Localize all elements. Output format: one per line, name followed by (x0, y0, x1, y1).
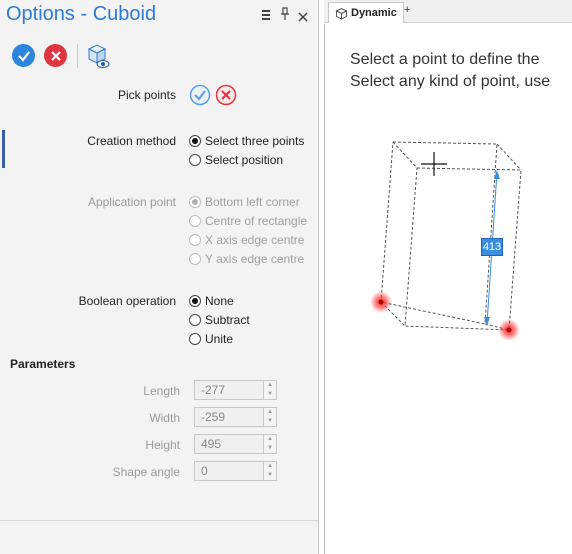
shape-angle-spinner[interactable]: ▲ ▼ (263, 461, 277, 481)
pin-icon[interactable] (280, 7, 290, 26)
pick-points-label: Pick points (117, 88, 176, 102)
panel-bottom-divider (0, 520, 318, 521)
radio-indicator (189, 196, 201, 208)
radio-indicator (189, 314, 201, 326)
shape-angle-input[interactable]: 0 (194, 461, 274, 481)
radio-indicator (189, 215, 201, 227)
cuboid-preview (370, 141, 522, 341)
radio-label: Subtract (205, 313, 250, 327)
radio-select-three-points[interactable]: Select three points (189, 132, 304, 150)
radio-indicator (189, 253, 201, 265)
tab-dynamic[interactable]: Dynamic (328, 2, 404, 23)
radio-subtract[interactable]: Subtract (189, 311, 250, 329)
width-input[interactable]: -259 (194, 407, 274, 427)
creation-method-label: Creation method (87, 134, 176, 148)
radio-label: Centre of rectangle (205, 214, 308, 228)
cancel-button[interactable] (44, 44, 67, 67)
radio-indicator (189, 135, 201, 147)
view-tab-bar: Dynamic + (324, 0, 572, 23)
dynamic-viewport[interactable]: Select a point to define the Select any … (324, 24, 572, 554)
cube-icon (335, 7, 348, 20)
panel-title: Options - Cuboid (6, 3, 157, 25)
height-input[interactable]: 495 (194, 434, 274, 454)
height-label: Height (145, 438, 180, 452)
crosshair-cursor (421, 152, 447, 176)
radio-label: Bottom left corner (205, 195, 300, 209)
radio-label: X axis edge centre (205, 233, 305, 247)
radio-indicator (189, 154, 201, 166)
toolbar-divider (77, 44, 78, 68)
radio-y-axis-edge-centre[interactable]: Y axis edge centre (189, 250, 304, 268)
radio-label: Select position (205, 153, 284, 167)
radio-label: Unite (205, 332, 234, 346)
width-spinner[interactable]: ▲ ▼ (263, 407, 277, 427)
options-panel: Options - Cuboid Pick points Creation me… (0, 0, 319, 554)
radio-label: None (205, 294, 234, 308)
radio-x-axis-edge-centre[interactable]: X axis edge centre (189, 231, 304, 249)
radio-indicator (189, 234, 201, 246)
radio-label: Y axis edge centre (205, 252, 305, 266)
list-icon[interactable] (261, 8, 271, 26)
cuboid-front-face (404, 167, 522, 331)
cube-eye-icon (87, 44, 110, 68)
radio-none[interactable]: None (189, 292, 234, 310)
radio-indicator (189, 333, 201, 345)
radio-bottom-left-corner[interactable]: Bottom left corner (189, 193, 300, 211)
preview-cube-button[interactable] (85, 42, 111, 75)
close-icon[interactable] (298, 9, 308, 27)
height-spinner[interactable]: ▲ ▼ (263, 434, 277, 454)
check-icon (17, 50, 30, 62)
boolean-operation-label: Boolean operation (78, 294, 176, 308)
radio-indicator (189, 295, 201, 307)
parameters-header: Parameters (10, 357, 76, 371)
length-label: Length (143, 384, 180, 398)
radio-unite[interactable]: Unite (189, 330, 233, 348)
radio-select-position[interactable]: Select position (189, 151, 283, 169)
radio-centre-of-rectangle[interactable]: Centre of rectangle (189, 212, 307, 230)
radio-label: Select three points (205, 134, 305, 148)
x-icon (50, 50, 61, 61)
width-label: Width (149, 411, 180, 425)
length-input[interactable]: -277 (194, 380, 274, 400)
tab-dynamic-label: Dynamic (351, 7, 397, 19)
application-point-label: Application point (87, 195, 176, 209)
pick-points-ok-icon[interactable] (189, 84, 211, 111)
new-tab-button[interactable]: + (404, 4, 410, 16)
shape-angle-label: Shape angle (112, 465, 180, 479)
length-spinner[interactable]: ▲ ▼ (263, 380, 277, 400)
dimension-value-box[interactable]: 413 (481, 238, 503, 256)
pick-points-cancel-icon[interactable] (215, 84, 237, 111)
ok-button[interactable] (12, 44, 35, 67)
